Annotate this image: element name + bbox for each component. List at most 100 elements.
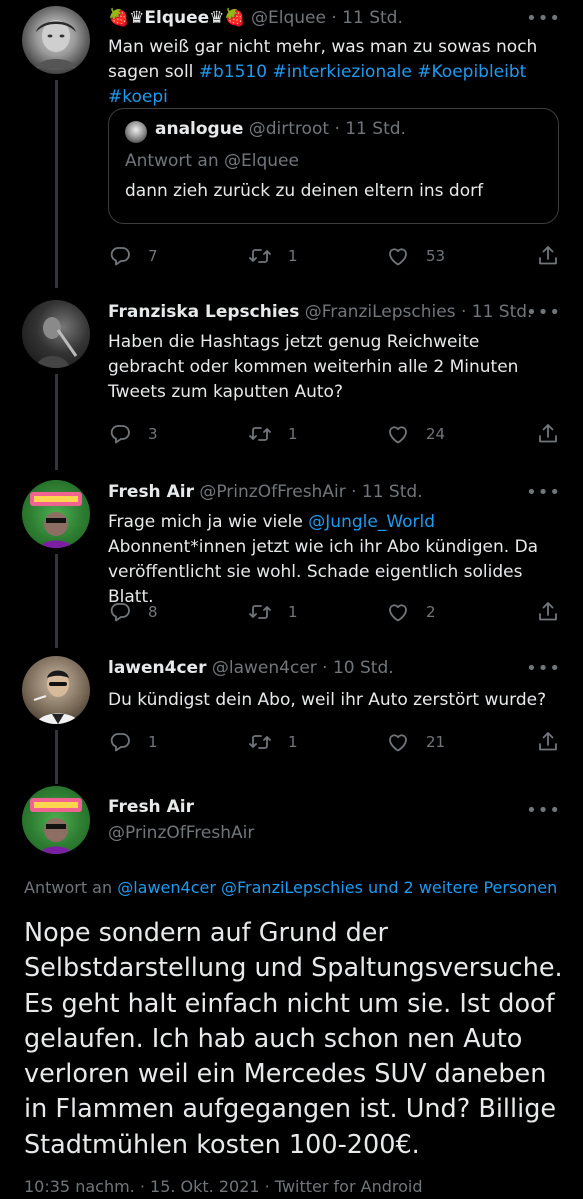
reply-to-users-link[interactable]: @lawen4cer @FranziLepschies und 2 weiter… (117, 878, 557, 897)
share-icon (536, 600, 560, 624)
like-count: 2 (426, 603, 436, 621)
timestamp[interactable]: · 10 Std. (322, 658, 394, 678)
avatar-freshair[interactable] (22, 480, 90, 548)
share-button[interactable] (536, 598, 560, 626)
display-name[interactable]: Fresh Air (108, 482, 194, 502)
main-handle[interactable]: @PrinzOfFreshAir (108, 820, 553, 846)
like-icon (386, 730, 410, 754)
retweet-button[interactable]: 1 (248, 242, 298, 270)
tweet-text: Frage mich ja wie viele @Jungle_World Ab… (108, 510, 565, 610)
tweet-actions: 7 1 53 (108, 242, 558, 270)
more-icon[interactable]: ••• (526, 484, 561, 502)
main-header: Fresh Air @PrinzOfFreshAir (108, 794, 553, 846)
share-icon (536, 244, 560, 268)
share-icon (536, 730, 560, 754)
display-name[interactable]: 🍓♛Elquee♛🍓 (108, 8, 246, 28)
main-display-name[interactable]: Fresh Air (108, 794, 553, 820)
portrait-image (36, 20, 76, 68)
more-icon[interactable]: ••• (526, 660, 561, 678)
thread-line (55, 374, 58, 470)
retweet-icon (248, 600, 272, 624)
handle[interactable]: @PrinzOfFreshAir (199, 482, 345, 502)
like-button[interactable]: 53 (386, 242, 445, 270)
tweet-actions: 1 1 21 (108, 728, 558, 756)
like-count: 53 (426, 247, 446, 265)
like-count: 21 (426, 733, 446, 751)
tweet-header: Fresh Air @PrinzOfFreshAir · 11 Std. (108, 480, 553, 504)
thread-line (55, 554, 58, 648)
reply-icon (108, 244, 132, 268)
like-button[interactable]: 21 (386, 728, 445, 756)
main-reply-to: Antwort an @lawen4cer @FranziLepschies u… (24, 878, 557, 897)
tweet-actions: 3 1 24 (108, 420, 558, 448)
timestamp[interactable]: · 11 Std. (331, 8, 403, 28)
share-button[interactable] (536, 420, 560, 448)
mention-link[interactable]: @Jungle_World (308, 512, 435, 532)
retweet-count: 1 (288, 425, 298, 443)
avatar-freshair-main[interactable] (22, 786, 90, 854)
quoted-handle: @dirtroot (248, 119, 330, 139)
reply-count: 8 (148, 603, 158, 621)
hashtag-link[interactable]: #Koepibleibt (417, 62, 526, 82)
tweet-lawen4cer[interactable]: lawen4cer @lawen4cer · 10 Std. ••• Du kü… (0, 652, 583, 784)
handle[interactable]: @FranziLepschies (305, 302, 456, 322)
retweet-button[interactable]: 1 (248, 598, 298, 626)
reply-icon (108, 422, 132, 446)
tweet-text-part: Frage mich ja wie viele (108, 512, 309, 532)
reply-button[interactable]: 8 (108, 598, 158, 626)
share-icon (536, 422, 560, 446)
hashtag-link[interactable]: #interkiezionale (273, 62, 412, 82)
hashtag-link[interactable]: #koepi (108, 87, 168, 107)
reply-count: 3 (148, 425, 158, 443)
avatar-analogue[interactable] (125, 121, 147, 143)
tweet-actions: 8 1 2 (108, 598, 558, 626)
like-button[interactable]: 24 (386, 420, 445, 448)
quoted-header: analogue @dirtroot · 11 Std. (155, 119, 406, 139)
share-button[interactable] (536, 242, 560, 270)
reply-count: 1 (148, 733, 158, 751)
handle[interactable]: @Elquee (251, 8, 326, 28)
main-tweet-text: Nope sondern auf Grund der Selbstdarstel… (24, 918, 563, 1160)
reply-button[interactable]: 3 (108, 420, 158, 448)
timestamp[interactable]: · 11 Std. (351, 482, 423, 502)
avatar-lawen4cer[interactable] (22, 656, 90, 724)
avatar-franzi[interactable] (22, 300, 90, 368)
reply-icon (108, 600, 132, 624)
quoted-text: dann zieh zurück zu deinen eltern ins do… (125, 181, 484, 201)
retweet-count: 1 (288, 733, 298, 751)
reply-button[interactable]: 7 (108, 242, 158, 270)
like-icon (386, 422, 410, 446)
hashtag-link[interactable]: #b1510 (199, 62, 267, 82)
tweet-text: Man weiß gar nicht mehr, was man zu sowa… (108, 35, 559, 110)
more-icon[interactable]: ••• (526, 802, 561, 820)
quoted-timestamp: · 11 Std. (334, 119, 406, 139)
thread-line (55, 730, 58, 784)
reply-to-label: Antwort an (24, 878, 118, 897)
more-icon[interactable]: ••• (526, 304, 561, 322)
retweet-button[interactable]: 1 (248, 728, 298, 756)
quoted-reply-to: Antwort an @Elquee (125, 151, 299, 171)
like-button[interactable]: 2 (386, 598, 436, 626)
tweet-franzi[interactable]: Franziska Lepschies @FranziLepschies · 1… (0, 292, 583, 470)
reply-button[interactable]: 1 (108, 728, 158, 756)
tweet-elquee[interactable]: 🍓♛Elquee♛🍓 @Elquee · 11 Std. ••• Man wei… (0, 0, 583, 290)
like-count: 24 (426, 425, 446, 443)
timestamp[interactable]: · 11 Std. (461, 302, 533, 322)
retweet-button[interactable]: 1 (248, 420, 298, 448)
tweet-text-part: Abonnent*innen jetzt wie ich ihr Abo kün… (108, 537, 539, 607)
quoted-tweet[interactable]: analogue @dirtroot · 11 Std. Antwort an … (108, 108, 559, 224)
like-icon (386, 244, 410, 268)
retweet-count: 1 (288, 603, 298, 621)
portrait-image (33, 670, 80, 724)
main-tweet-meta: 10:35 nachm. · 15. Okt. 2021 · Twitter f… (24, 1177, 423, 1196)
tweet-freshair[interactable]: Fresh Air @PrinzOfFreshAir · 11 Std. •••… (0, 474, 583, 648)
reply-icon (108, 730, 132, 754)
retweet-icon (248, 422, 272, 446)
retweet-icon (248, 730, 272, 754)
handle[interactable]: @lawen4cer (212, 658, 317, 678)
share-button[interactable] (536, 728, 560, 756)
avatar-elquee[interactable] (22, 6, 90, 74)
display-name[interactable]: Franziska Lepschies (108, 302, 299, 322)
more-icon[interactable]: ••• (526, 10, 561, 28)
display-name[interactable]: lawen4cer (108, 658, 206, 678)
